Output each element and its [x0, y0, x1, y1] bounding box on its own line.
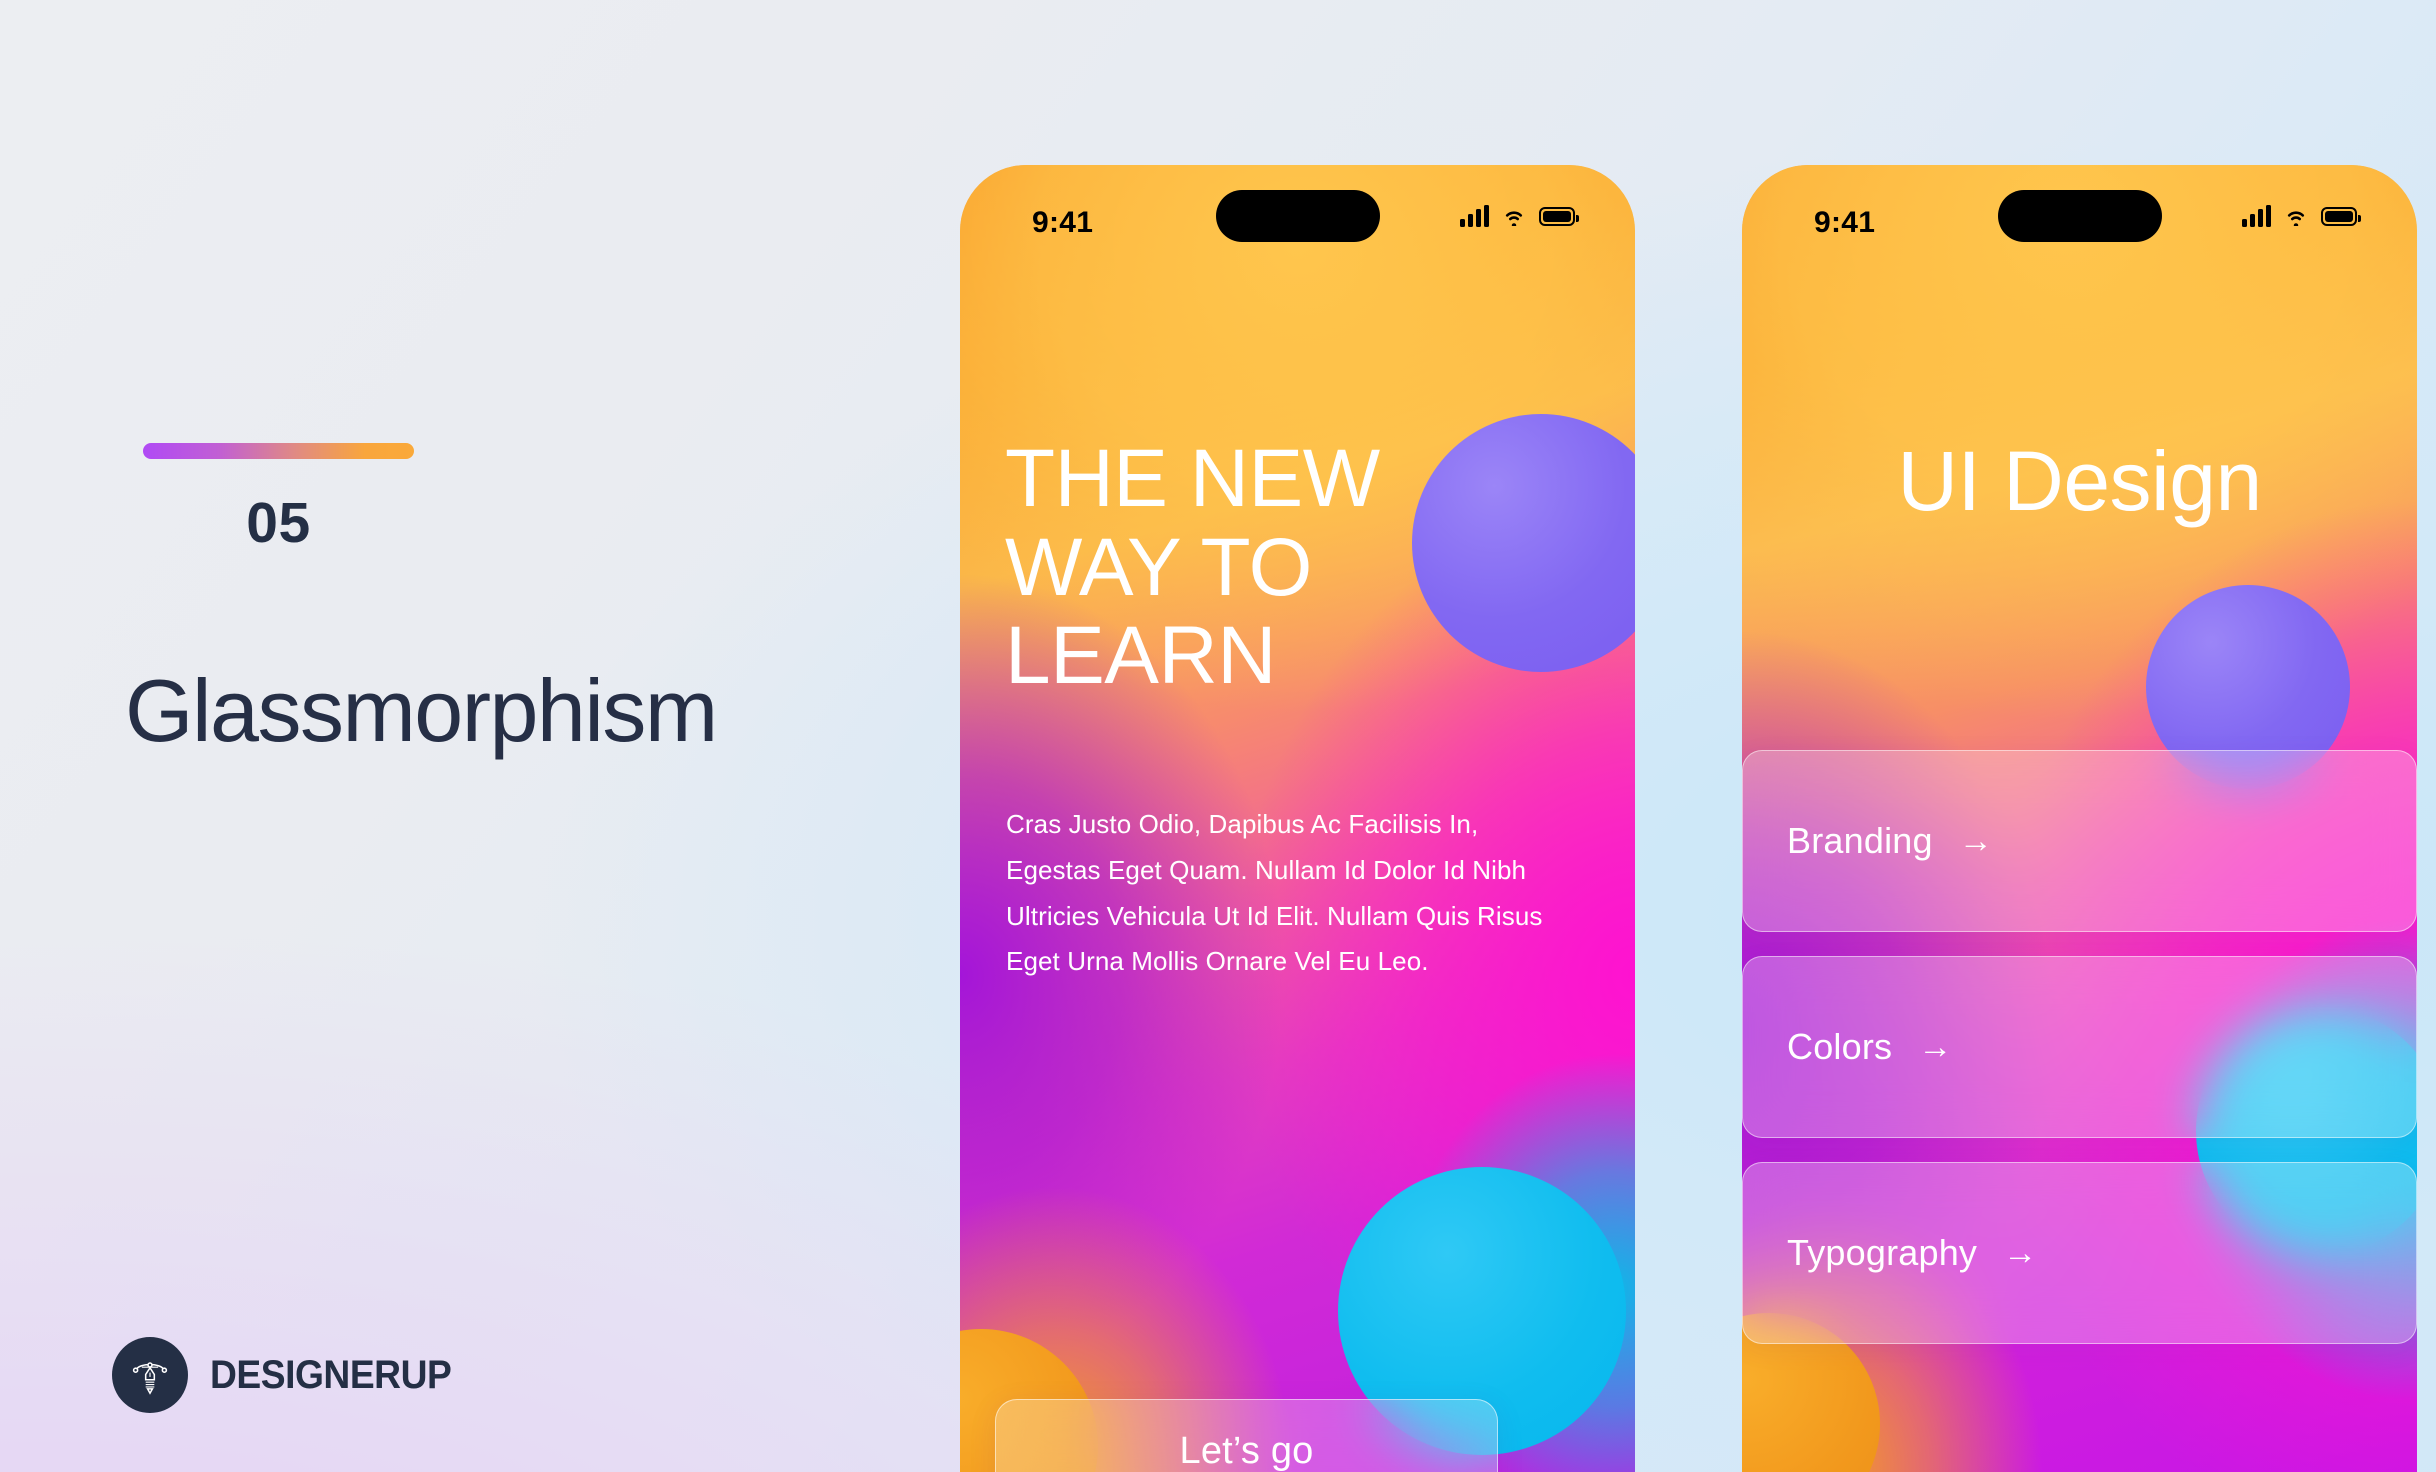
cellular-bars-icon: [1460, 205, 1489, 227]
accent-gradient-bar: [143, 443, 414, 459]
status-icons: [2242, 205, 2361, 227]
page-title: Glassmorphism: [125, 661, 718, 760]
cellular-bars-icon: [2242, 205, 2271, 227]
phone-mockup-one: 9:41 THE NEW WAY TO LEARN Cras Justo Odi…: [960, 165, 1635, 1472]
arrow-right-icon: →: [1918, 1028, 1953, 1066]
status-bar-two: 9:41: [1742, 165, 2417, 265]
brand-name: DESIGNERUP: [210, 1352, 452, 1397]
slide-number: 05: [246, 491, 311, 555]
arrow-right-icon: →: [1958, 822, 1993, 860]
battery-icon: [1539, 206, 1579, 226]
phone-one-headline: THE NEW WAY TO LEARN: [1005, 433, 1380, 702]
phone-two-title: UI Design: [1897, 434, 2262, 528]
category-label: Colors: [1787, 1026, 1893, 1067]
category-card-branding[interactable]: Branding →: [1742, 750, 2417, 932]
status-bar-one: 9:41: [960, 165, 1635, 265]
category-card-label-row: Typography →: [1787, 1232, 2037, 1274]
lets-go-button[interactable]: Let’s go: [995, 1399, 1498, 1472]
phone-one-body-text: Cras Justo Odio, Dapibus Ac Facilisis In…: [1006, 809, 1543, 977]
left-panel: 05 Glassmorphism DESIGNERUP: [0, 0, 960, 1472]
category-card-label-row: Colors →: [1787, 1026, 1952, 1068]
pen-tool-icon: [112, 1337, 188, 1413]
headline-line-2: WAY TO: [1005, 521, 1312, 613]
brand-logo: DESIGNERUP: [112, 1337, 470, 1413]
category-label: Typography: [1787, 1232, 1978, 1273]
dynamic-island: [1215, 190, 1380, 242]
dynamic-island: [1997, 190, 2162, 242]
headline-line-3: LEARN: [1005, 610, 1276, 702]
headline-line-1: THE NEW: [1005, 433, 1380, 524]
arrow-right-icon: →: [2003, 1234, 2038, 1272]
category-card-label-row: Branding →: [1787, 820, 1993, 862]
category-card-list: Branding → Colors → Typography →: [1742, 750, 2417, 1368]
slide-canvas: 05 Glassmorphism DESIGNERUP 9:41 THE NEW…: [0, 0, 2436, 1472]
status-icons: [1460, 205, 1579, 227]
lets-go-label: Let’s go: [1179, 1430, 1314, 1472]
category-card-typography[interactable]: Typography →: [1742, 1162, 2417, 1344]
category-card-colors[interactable]: Colors →: [1742, 956, 2417, 1138]
wifi-icon: [1505, 211, 1523, 226]
status-time: 9:41: [1814, 206, 1876, 239]
phone-mockup-two: 9:41 UI Design Branding → Colors → Typog…: [1742, 165, 2417, 1472]
category-label: Branding: [1787, 820, 1933, 861]
wifi-icon: [2287, 211, 2305, 226]
battery-icon: [2321, 206, 2361, 226]
status-time: 9:41: [1032, 206, 1094, 239]
